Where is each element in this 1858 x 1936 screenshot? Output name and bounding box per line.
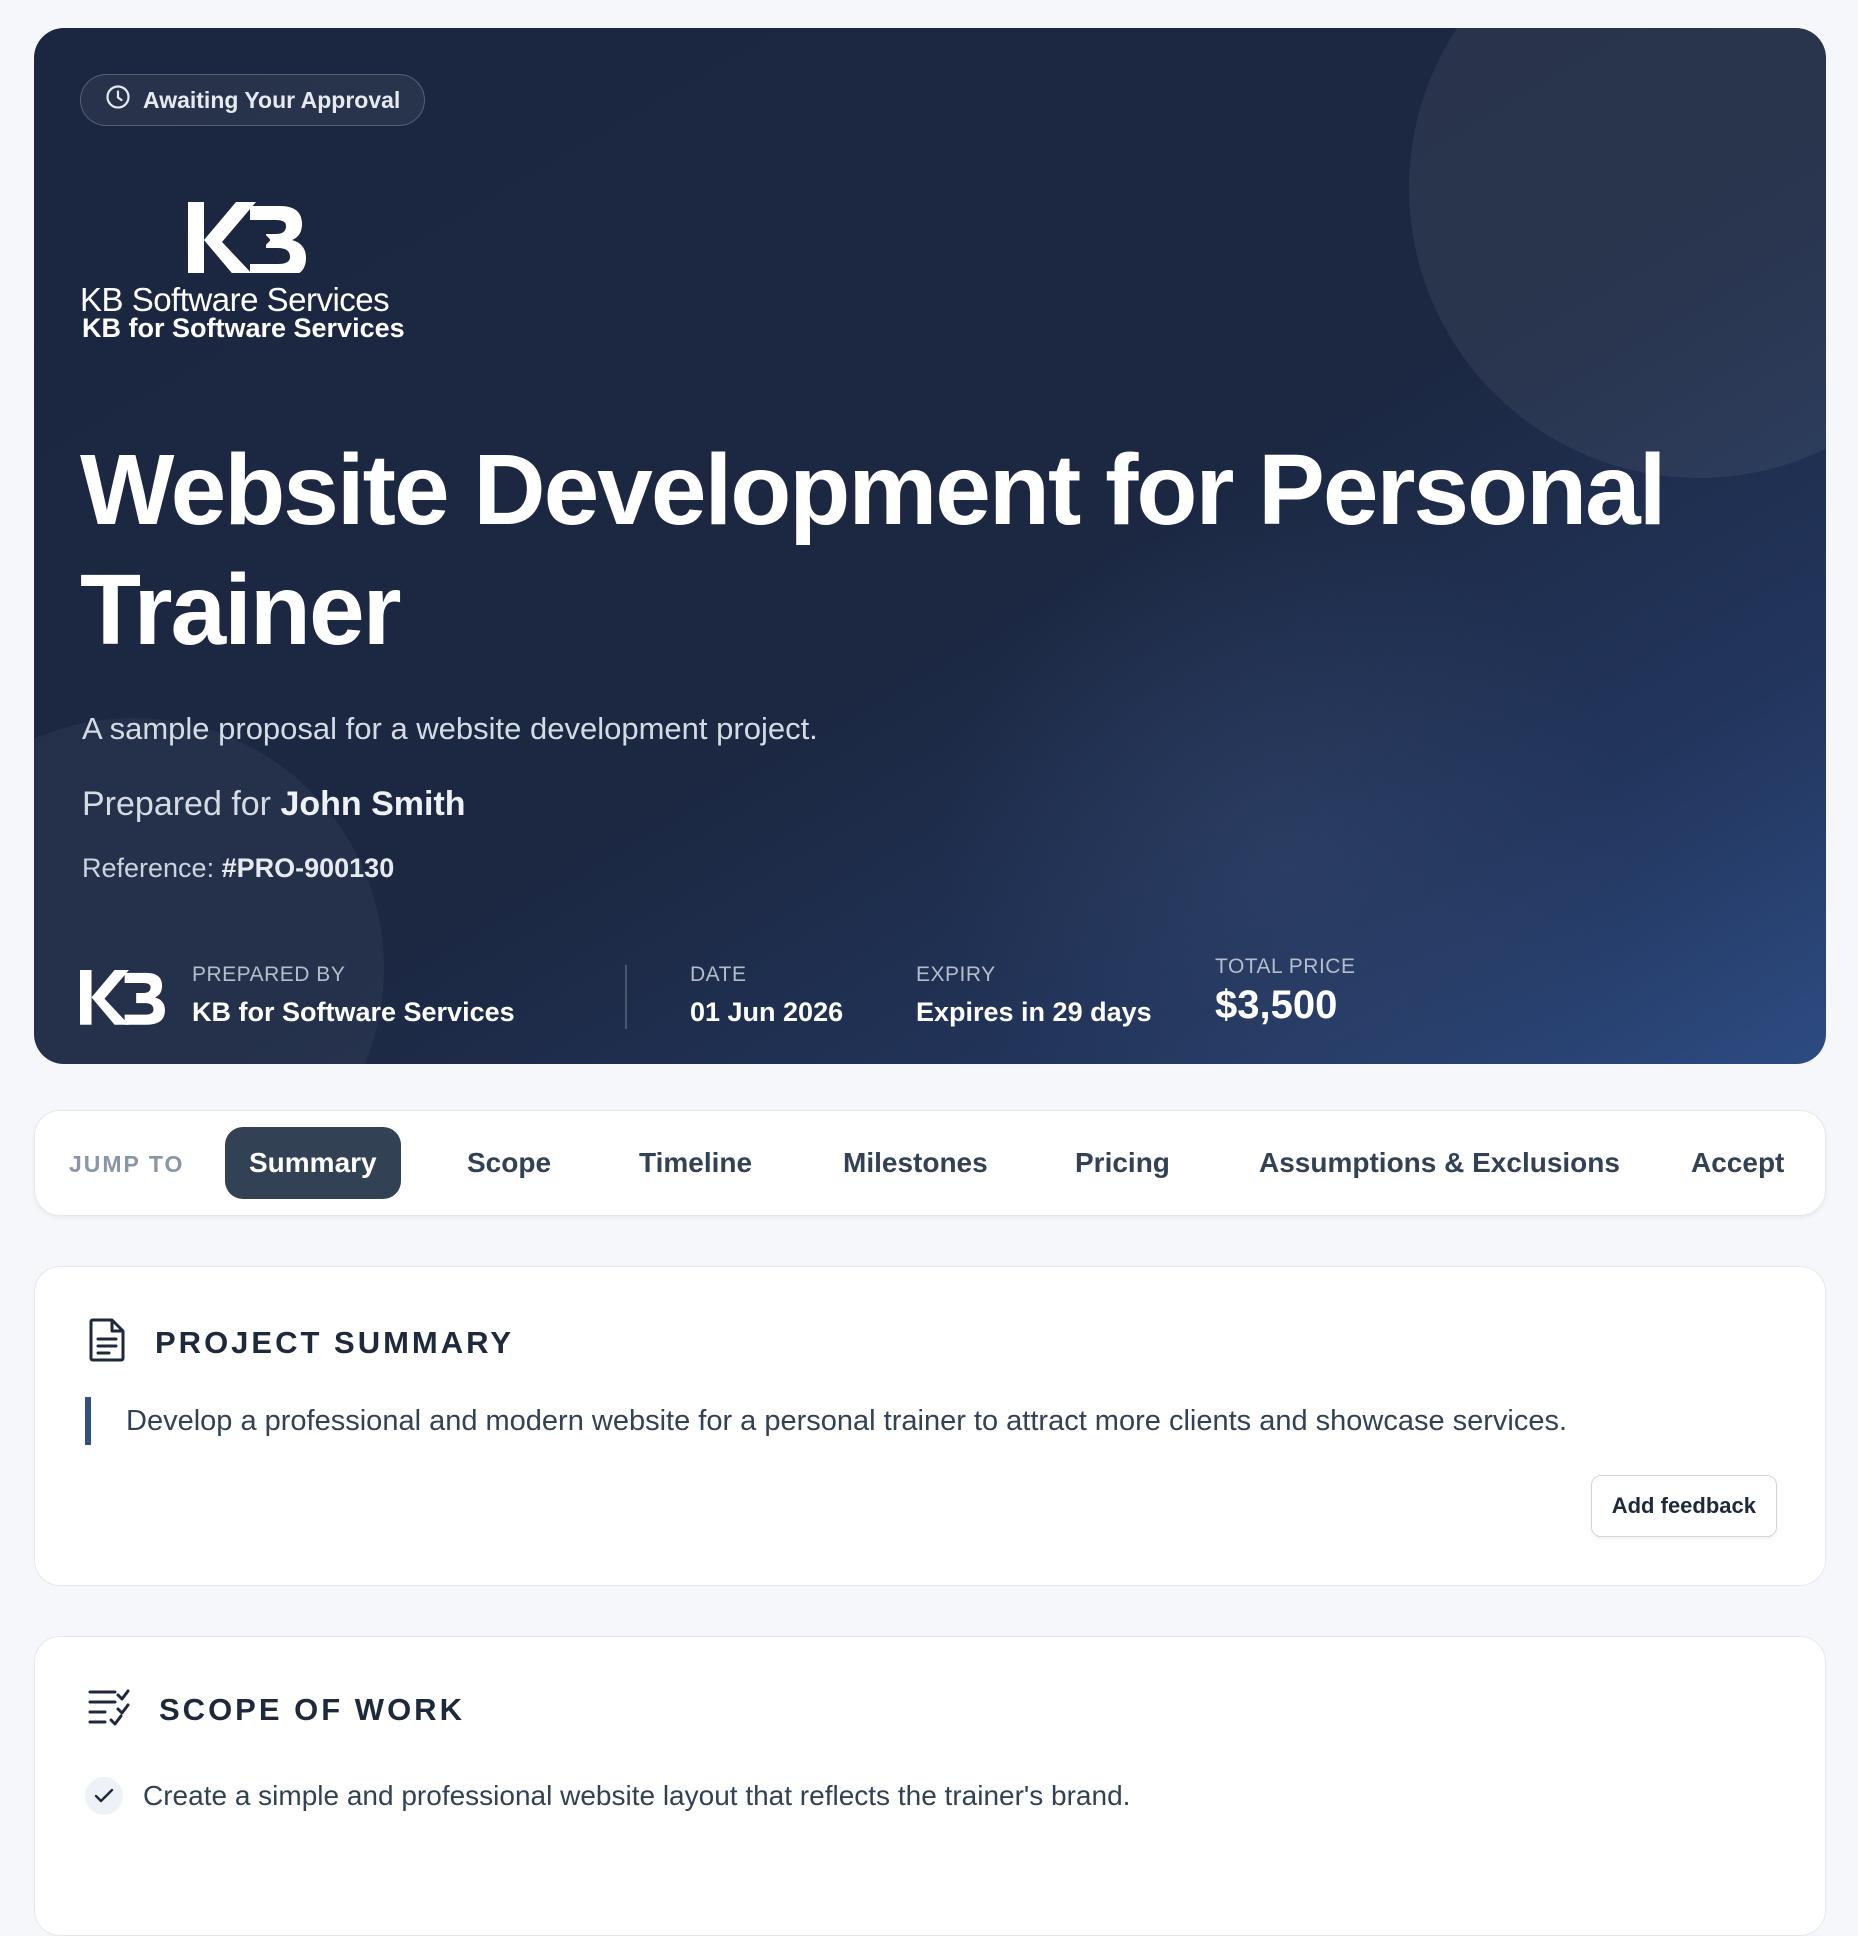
- proposal-hero: Awaiting Your Approval KB Software Servi…: [34, 28, 1826, 1064]
- prepared-for-prefix: Prepared for: [82, 785, 271, 823]
- page-title: Website Development for Personal Trainer: [80, 434, 1667, 666]
- tab-summary[interactable]: Summary: [225, 1127, 401, 1199]
- prepared-by-value: KB for Software Services: [192, 997, 515, 1027]
- document-icon: [87, 1317, 127, 1368]
- reference-number: #PRO-900130: [221, 853, 395, 883]
- jump-to-nav: JUMP TO Summary Scope Timeline Milestone…: [34, 1110, 1826, 1216]
- tab-assumptions-exclusions[interactable]: Assumptions & Exclusions: [1259, 1127, 1620, 1199]
- prepared-by-label: PREPARED BY: [192, 963, 346, 986]
- status-label: Awaiting Your Approval: [143, 86, 401, 113]
- date-value: 01 Jun 2026: [690, 997, 844, 1027]
- scope-of-work-title: SCOPE OF WORK: [159, 1691, 465, 1727]
- scope-of-work-header: SCOPE OF WORK: [87, 1687, 465, 1732]
- jump-to-label: JUMP TO: [69, 1151, 185, 1177]
- clock-icon: [105, 84, 131, 116]
- project-summary-header: PROJECT SUMMARY: [87, 1317, 514, 1368]
- scope-of-work-card: SCOPE OF WORK Create a simple and profes…: [34, 1636, 1826, 1936]
- proposal-meta: PREPARED BY KB for Software Services DAT…: [80, 955, 1480, 1043]
- decorative-circle-top-right: [1409, 28, 1826, 478]
- scope-item-text: Create a simple and professional website…: [143, 1780, 1131, 1811]
- company-name: KB for Software Services: [82, 313, 405, 343]
- expiry-value: Expires in 29 days: [916, 997, 1152, 1027]
- expiry: EXPIRY Expires in 29 days: [916, 963, 1152, 1028]
- total-price: TOTAL PRICE $3,500: [1215, 955, 1355, 1028]
- total-price-label: TOTAL PRICE: [1215, 955, 1356, 978]
- prepared-for: Prepared for John Smith: [82, 785, 466, 824]
- scope-item: Create a simple and professional website…: [85, 1777, 1130, 1815]
- project-summary-text: Develop a professional and modern websit…: [85, 1397, 1567, 1445]
- tab-pricing[interactable]: Pricing: [1075, 1127, 1170, 1199]
- tab-scope[interactable]: Scope: [467, 1127, 551, 1199]
- tab-accept[interactable]: Accept: [1691, 1127, 1784, 1199]
- kb-small-logo: [80, 970, 165, 1025]
- tab-milestones[interactable]: Milestones: [843, 1127, 988, 1199]
- checklist-icon: [87, 1687, 131, 1732]
- reference-label: Reference:: [82, 853, 215, 883]
- date-label: DATE: [690, 963, 747, 986]
- client-name: John Smith: [280, 785, 466, 823]
- project-summary-card: PROJECT SUMMARY Develop a professional a…: [34, 1266, 1826, 1586]
- add-feedback-button[interactable]: Add feedback: [1590, 1475, 1777, 1537]
- proposal-subtitle: A sample proposal for a website developm…: [82, 711, 818, 746]
- kb-logo-mark: [188, 202, 306, 273]
- prepared-by: PREPARED BY KB for Software Services: [192, 963, 515, 1028]
- project-summary-title: PROJECT SUMMARY: [155, 1324, 515, 1360]
- check-icon: [85, 1777, 123, 1815]
- date: DATE 01 Jun 2026: [690, 963, 843, 1028]
- total-price-value: $3,500: [1215, 983, 1338, 1027]
- reference: Reference: #PRO-900130: [82, 853, 394, 884]
- status-badge: Awaiting Your Approval: [80, 74, 426, 126]
- company-logo: KB Software Services: [80, 173, 410, 323]
- expiry-label: EXPIRY: [916, 963, 996, 986]
- tab-timeline[interactable]: Timeline: [639, 1127, 752, 1199]
- meta-divider: [625, 965, 627, 1029]
